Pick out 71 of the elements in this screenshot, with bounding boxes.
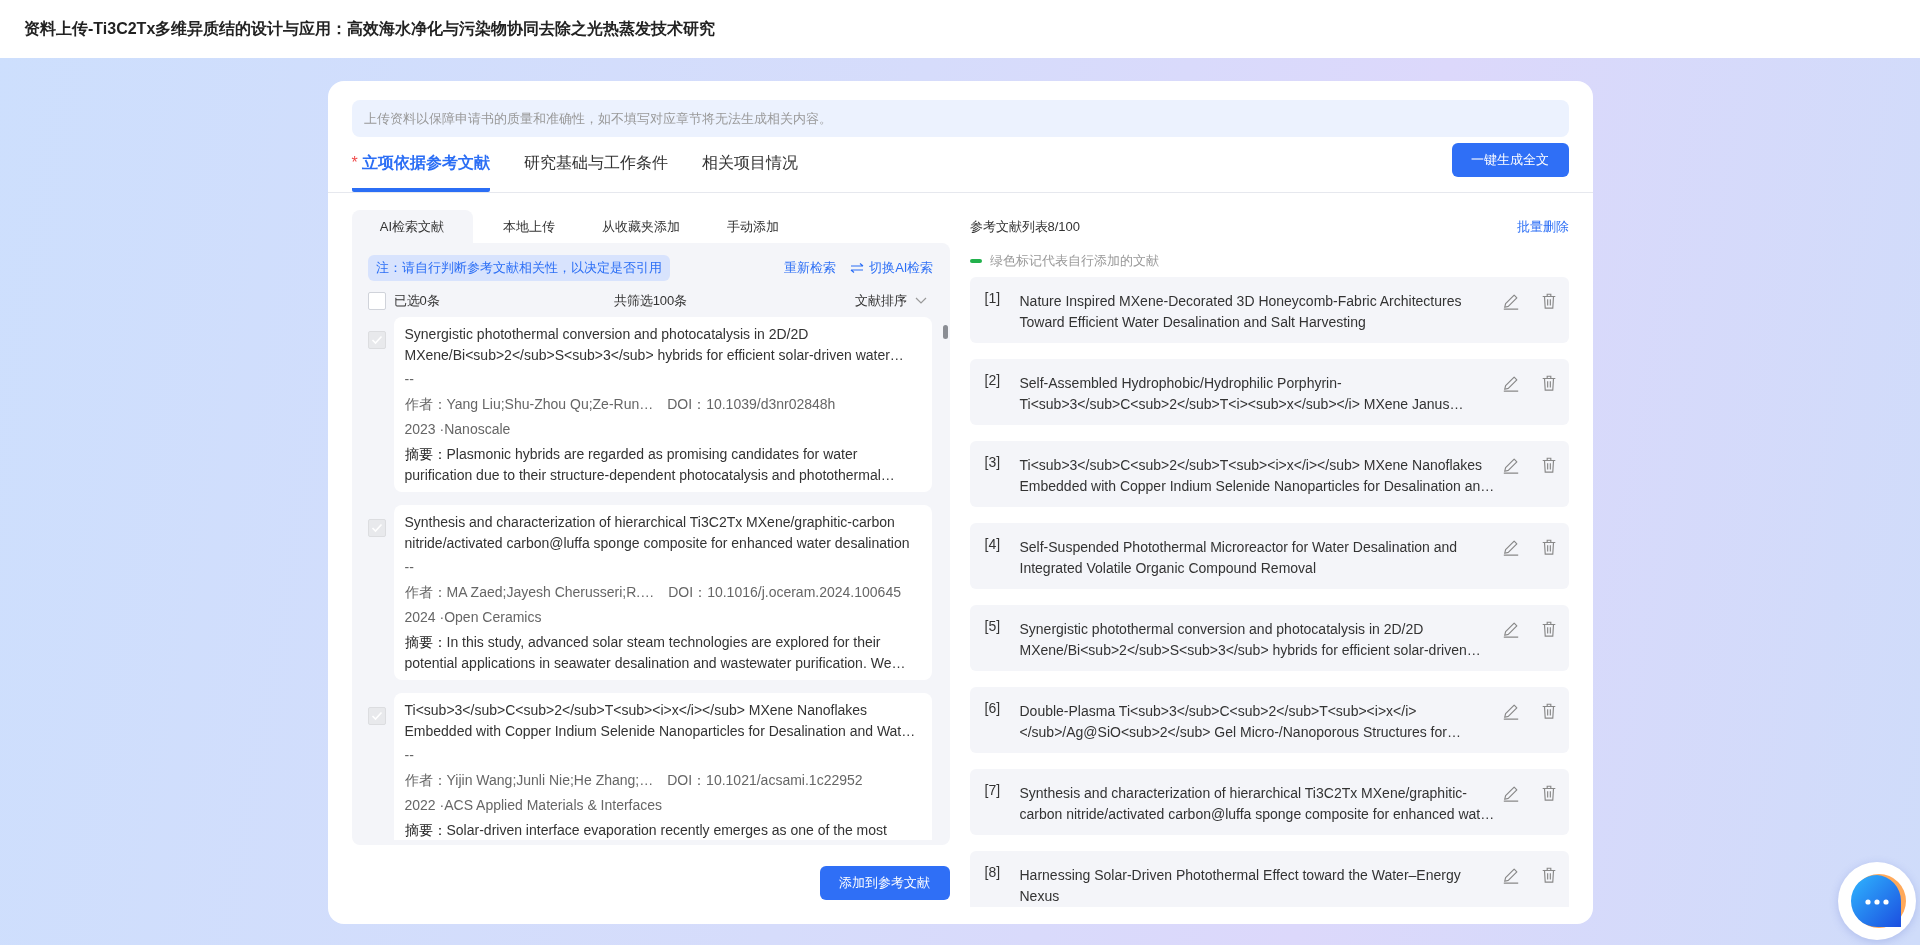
legend-mark	[969, 259, 982, 263]
reference-number: [2]	[984, 371, 1002, 390]
result-title: Ti<sub>3</sub>C<sub>2</sub>T<sub><i>x</i></sub> MXene Nanoflakes Embedded with Copper Indium Selenide Nanoparticles for Desalination and Wat…	[404, 701, 916, 741]
result-title: Synergistic photothermal conversion and photocatalysis in 2D/2D MXene/Bi<sub>2</sub>S<sub>3</sub> hybrids for efficient solar-driven water…	[404, 325, 905, 365]
source-tab[interactable]: 手动添加	[696, 210, 809, 243]
pencil-icon	[1501, 866, 1520, 884]
source-tab[interactable]: 从收藏夹添加	[584, 210, 697, 243]
author-list: 作者：Yijin Wang;Junli Nie;He Zhang;…	[404, 768, 654, 793]
sort-dropdown[interactable]: 文献排序	[753, 292, 934, 310]
batch-delete-link[interactable]: 批量删除	[1516, 217, 1569, 236]
chevron-icon	[915, 297, 928, 305]
reference-title: Self-Assembled Hydrophobic/Hydrophilic Porphyrin-Ti<sub>3</sub>C<sub>2</sub>T<i><sub>x</sub></i> MXene Janus…	[1019, 374, 1465, 414]
reference-title: Harnessing Solar-Driven Photothermal Effect toward the Water–Energy Nexus	[1019, 866, 1462, 906]
legend-text: 绿色标记代表自行添加的文献	[989, 252, 1159, 270]
reference-number: [5]	[984, 617, 1002, 636]
select-all-checkbox[interactable]	[367, 292, 386, 310]
publication-info: 2024 ·Open Ceramics	[404, 608, 543, 627]
separator-text: --	[404, 746, 415, 765]
reference-number: [8]	[984, 863, 1002, 882]
doi-text: DOI：10.1021/acsami.1c22952	[667, 771, 863, 790]
pencil-icon	[1501, 538, 1520, 556]
generate-button[interactable]: 一键生成全文	[1451, 142, 1569, 177]
author-list: 作者：Yang Liu;Shu-Zhou Qu;Ze-Run…	[404, 392, 654, 417]
pencil-icon	[1501, 702, 1520, 720]
reference-number: [7]	[984, 781, 1002, 800]
tab[interactable]: 相关项目情况	[701, 137, 798, 192]
tab[interactable]: * 立项依据参考文献	[351, 137, 490, 192]
result-title: Synthesis and characterization of hierarchical Ti3C2Tx MXene/graphitic-carbon nitride/activated carbon@luffa sponge composite for enhanced water desalination	[404, 513, 911, 553]
note-chip: 注：请自行判断参考文献相关性，以决定是否引用	[367, 255, 670, 281]
tab[interactable]: 研究基础与工作条件	[523, 137, 668, 192]
references-count: 参考文献列表8/100	[969, 217, 1081, 236]
reference-number: [6]	[984, 699, 1002, 718]
total-count: 共筛选100条	[613, 292, 688, 310]
reference-number: [4]	[984, 535, 1002, 554]
separator-text: --	[404, 370, 415, 389]
doi-text: DOI：10.1039/d3nr02848h	[667, 395, 836, 414]
chat-button[interactable]	[1838, 862, 1916, 940]
selected-count: 已选0条	[393, 292, 440, 310]
publication-info: 2023 ·Nanoscale	[404, 420, 512, 439]
switch-link[interactable]: 切换AI检索	[850, 259, 934, 277]
reference-number: [3]	[984, 453, 1002, 472]
scrollbar[interactable]	[942, 325, 948, 339]
pencil-icon	[1501, 620, 1520, 638]
reference-number: [1]	[984, 289, 1002, 308]
add-to-references-button[interactable]: 添加到参考文献	[819, 866, 950, 900]
checkmark-icon	[370, 711, 383, 721]
checkmark-icon	[370, 335, 383, 345]
pencil-icon	[1501, 784, 1520, 802]
pencil-icon	[1501, 292, 1520, 310]
reference-title: Self-Suspended Photothermal Microreactor for Water Desalination and Integrated Volatile Organic Compound Removal	[1019, 538, 1459, 578]
page-title: 资料上传-Ti3C2Tx多维异质结的设计与应用：高效海水净化与污染物协同去除之光热蒸发技术研究	[24, 18, 716, 39]
abstract-text: 摘要：Solar-driven interface evaporation recently emerges as one of the most	[404, 821, 888, 840]
reference-title: Double-Plasma Ti<sub>3</sub>C<sub>2</sub>T<sub><i>x</i> </sub>/Ag@SiO<sub>2</sub> Gel Micro-/Nanoporous Structures for…	[1019, 702, 1462, 742]
reference-title: Nature Inspired MXene-Decorated 3D Honeycomb-Fabric Architectures Toward Efficient Water Desalination and Salt Harvesting	[1019, 292, 1463, 332]
reference-title: Synergistic photothermal conversion and photocatalysis in 2D/2D MXene/Bi<sub>2</sub>S<sub>3</sub> hybrids for efficient solar-driven…	[1019, 620, 1482, 660]
separator-text: --	[404, 558, 415, 577]
swap-icon	[850, 263, 865, 273]
notice-banner: 上传资料以保障申请书的质量和准确性，如不填写对应章节将无法生成相关内容。	[351, 100, 1569, 137]
reference-title: Ti<sub>3</sub>C<sub>2</sub>T<sub><i>x</i></sub> MXene Nanoflakes Embedded with Copper Indium Selenide Nanoparticles for Desalination an…	[1019, 456, 1496, 496]
author-list: 作者：MA Zaed;Jayesh Cherusseri;R.…	[404, 580, 655, 605]
pencil-icon	[1501, 456, 1520, 474]
abstract-text: 摘要：Plasmonic hybrids are regarded as promising candidates for water purification due to their structure-dependent photocatalysis and photothermal…	[404, 445, 896, 485]
source-tab[interactable]: AI检索文献	[351, 210, 473, 243]
source-tab[interactable]: 本地上传	[472, 210, 585, 243]
pencil-icon	[1501, 374, 1520, 392]
doi-text: DOI：10.1016/j.oceram.2024.100645	[668, 583, 901, 602]
abstract-text: 摘要：In this study, advanced solar steam technologies are explored for their potential applications in seawater desalination and wastewater purification. We…	[404, 633, 907, 673]
checkmark-icon	[370, 523, 383, 533]
publication-info: 2022 ·ACS Applied Materials & Interfaces	[404, 796, 664, 815]
reference-title: Synthesis and characterization of hierarchical Ti3C2Tx MXene/graphitic-carbon nitride/activated carbon@luffa sponge composite for enhanced wat…	[1019, 784, 1496, 824]
retrieve-link[interactable]: 重新检索	[784, 259, 837, 277]
